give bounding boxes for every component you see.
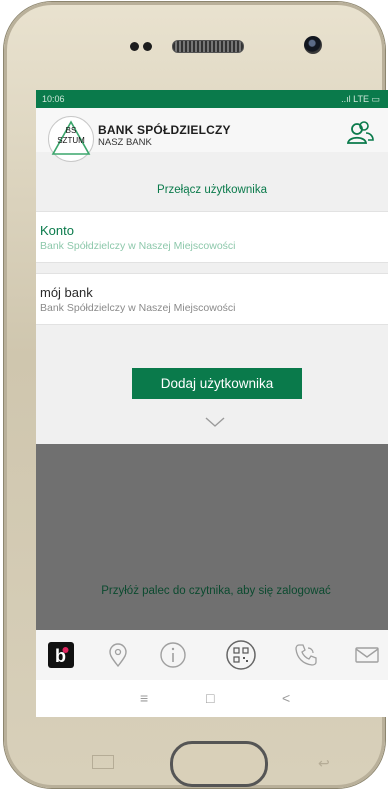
- info-icon[interactable]: [158, 640, 188, 670]
- bank-subtitle: NASZ BANK: [98, 137, 152, 148]
- status-time: 10:06: [42, 94, 65, 104]
- bottom-tab-bar: b: [36, 630, 388, 680]
- account-name: mój bank: [40, 285, 93, 300]
- bank-name: BANK SPÓŁDZIELCZY: [98, 123, 231, 137]
- blik-icon[interactable]: b: [48, 642, 74, 668]
- status-indicators: ..ıl LTE ▭: [341, 94, 380, 104]
- fingerprint-prompt: Przyłóż palec do czytnika, aby się zalog…: [101, 585, 331, 597]
- home-nav-icon[interactable]: □: [206, 690, 214, 706]
- recent-apps-key[interactable]: [92, 755, 114, 769]
- front-camera: [304, 36, 322, 54]
- chevron-down-icon[interactable]: [204, 416, 226, 428]
- bank-header: BS SZTUM BANK SPÓŁDZIELCZY NASZ BANK: [36, 108, 388, 162]
- account-bank: Bank Spółdzielczy w Naszej Miejscowości: [40, 240, 236, 252]
- account-card-konto[interactable]: Konto Bank Spółdzielczy w Naszej Miejsco…: [36, 211, 388, 263]
- map-pin-icon[interactable]: [103, 640, 133, 670]
- account-card-moj-bank[interactable]: mój bank Bank Spółdzielczy w Naszej Miej…: [36, 273, 388, 325]
- sensor-dots: [130, 42, 152, 51]
- phone-bezel-bottom: ↩: [0, 717, 389, 787]
- account-bank: Bank Spółdzielczy w Naszej Miejscowości: [40, 302, 236, 314]
- status-bar: 10:06 ..ıl LTE ▭: [36, 90, 388, 108]
- phone-bezel-top: [4, 2, 385, 92]
- add-user-button[interactable]: Dodaj użytkownika: [132, 368, 302, 399]
- switch-user-title: Przełącz użytkownika: [157, 184, 267, 196]
- qr-code-icon[interactable]: [226, 640, 256, 670]
- app-screen: 10:06 ..ıl LTE ▭ BS SZTUM BANK SPÓŁDZIEL…: [36, 90, 388, 717]
- mail-icon[interactable]: [352, 640, 382, 670]
- back-nav-icon[interactable]: <: [282, 690, 290, 706]
- earpiece-speaker: [172, 40, 244, 53]
- hardware-back-key[interactable]: ↩: [318, 755, 330, 772]
- users-icon[interactable]: [346, 120, 374, 146]
- fingerprint-overlay: [36, 444, 388, 630]
- hardware-home-button[interactable]: [170, 741, 268, 787]
- logo-line-2: SZTUM: [57, 136, 85, 145]
- menu-nav-icon[interactable]: ≡: [140, 690, 148, 706]
- bank-logo: BS SZTUM: [48, 116, 94, 162]
- phone-icon[interactable]: [291, 640, 321, 670]
- android-nav-bar: ≡ □ <: [36, 680, 388, 717]
- account-name: Konto: [40, 223, 74, 238]
- logo-line-1: BS: [65, 126, 77, 135]
